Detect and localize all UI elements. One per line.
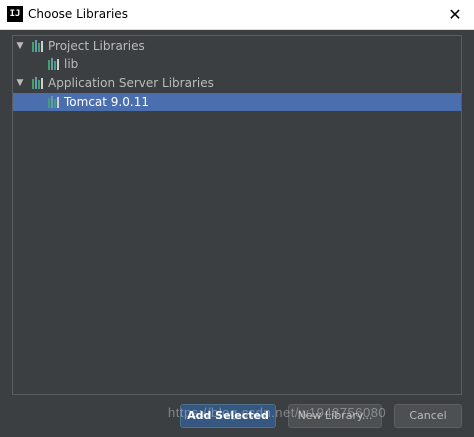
triangle-down-icon[interactable]: ▼	[15, 37, 25, 55]
libraries-tree[interactable]: ▼ Project Libraries lib ▼ Application Se…	[12, 35, 462, 395]
library-icon	[48, 96, 61, 108]
tree-node-application-server-libraries[interactable]: ▼ Application Server Libraries	[13, 74, 461, 92]
library-icon	[48, 58, 61, 70]
library-icon	[32, 77, 45, 89]
triangle-down-icon[interactable]: ▼	[15, 74, 25, 92]
add-selected-button[interactable]: Add Selected	[180, 404, 276, 428]
window-title: Choose Libraries	[28, 7, 128, 21]
tree-node-label: Application Server Libraries	[48, 76, 214, 90]
cancel-button[interactable]: Cancel	[394, 404, 462, 428]
tree-node-tomcat[interactable]: Tomcat 9.0.11	[13, 93, 461, 111]
new-library-button[interactable]: New Library...	[288, 404, 382, 428]
tree-node-label: Project Libraries	[48, 39, 145, 53]
tree-node-label: Tomcat 9.0.11	[64, 95, 149, 109]
close-icon[interactable]: ✕	[444, 4, 466, 26]
title-bar: IJ Choose Libraries ✕	[0, 0, 474, 30]
library-icon	[32, 40, 45, 52]
intellij-app-icon: IJ	[7, 6, 23, 22]
tree-node-lib[interactable]: lib	[13, 55, 461, 73]
tree-node-project-libraries[interactable]: ▼ Project Libraries	[13, 37, 461, 55]
tree-node-label: lib	[64, 57, 79, 71]
